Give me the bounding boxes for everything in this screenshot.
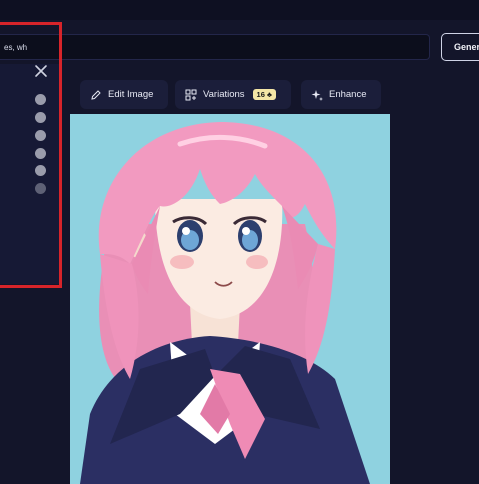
panel-dot[interactable] [35,148,46,159]
panel-dot[interactable] [35,112,46,123]
prompt-input[interactable]: es, wh [0,34,430,60]
sparkle-icon [311,89,323,101]
side-panel [0,64,62,284]
anime-girl-illustration [80,122,370,484]
pencil-icon [91,89,101,100]
panel-dot[interactable] [35,165,46,176]
credit-count: 16 [256,90,265,99]
top-strip [0,0,479,20]
panel-dot[interactable] [35,94,46,105]
generate-button[interactable]: Gener [441,33,479,61]
generated-image[interactable] [70,114,390,484]
coin-icon: ♣ [266,90,272,99]
enhance-button[interactable]: Enhance [301,80,381,109]
enhance-label: Enhance [329,89,367,100]
variations-label: Variations [203,89,245,100]
variations-button[interactable]: Variations 16 ♣ [175,80,291,109]
edit-image-button[interactable]: Edit Image [80,80,168,109]
credit-badge: 16 ♣ [252,89,276,100]
edit-image-label: Edit Image [108,89,154,100]
variations-icon [185,89,197,100]
close-icon[interactable] [34,64,48,78]
panel-dot[interactable] [35,183,46,194]
panel-dot[interactable] [35,130,46,141]
